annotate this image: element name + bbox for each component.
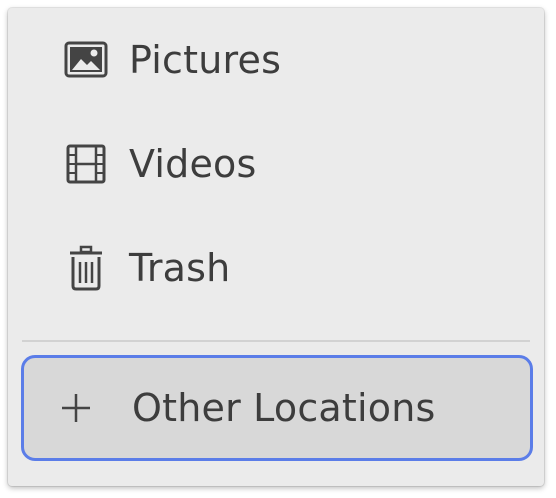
- sidebar-item-videos[interactable]: Videos: [8, 112, 544, 216]
- other-locations-button[interactable]: Other Locations: [21, 355, 533, 461]
- trash-icon: [62, 244, 110, 292]
- places-sidebar: Pictures Videos Trash Other Locations: [8, 8, 544, 486]
- sidebar-item-pictures[interactable]: Pictures: [8, 8, 544, 112]
- sidebar-separator: [22, 340, 530, 342]
- videos-icon: [62, 140, 110, 188]
- sidebar-item-label: Trash: [129, 246, 231, 290]
- sidebar-item-trash[interactable]: Trash: [8, 216, 544, 320]
- other-locations-label: Other Locations: [132, 386, 436, 430]
- plus-icon: [52, 384, 100, 432]
- sidebar-item-label: Videos: [129, 142, 257, 186]
- pictures-icon: [62, 36, 110, 84]
- sidebar-item-label: Pictures: [129, 38, 282, 82]
